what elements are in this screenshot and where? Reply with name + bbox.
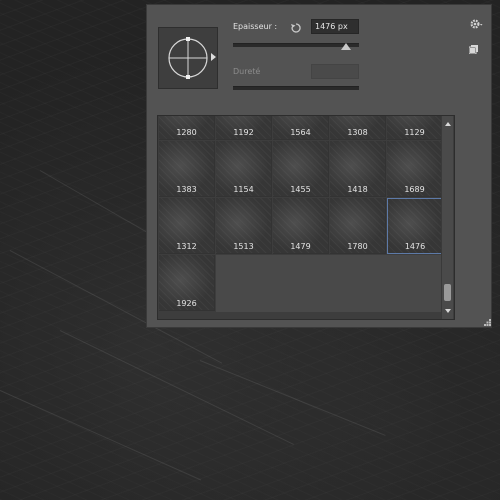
brush-preset-size-label: 1418	[347, 185, 368, 194]
brush-preset-size-label: 1192	[233, 128, 254, 137]
brush-preset-size-label: 1564	[290, 128, 311, 137]
scroll-up-icon[interactable]	[445, 122, 451, 126]
brush-preset-size-label: 1308	[347, 128, 368, 137]
scroll-thumb[interactable]	[444, 284, 451, 301]
texture-scratch	[0, 390, 202, 481]
direction-arrow-icon	[211, 53, 216, 61]
brush-preset-item[interactable]: 1479	[273, 198, 329, 254]
gear-icon[interactable]	[469, 17, 483, 31]
brush-preset-item[interactable]: 1312	[159, 198, 215, 254]
size-input[interactable]: 1476 px	[311, 19, 359, 34]
resize-grip-icon[interactable]	[484, 319, 491, 326]
brush-preset-size-label: 1513	[233, 242, 254, 251]
brush-preset-item[interactable]: 1129	[387, 116, 443, 140]
brush-preset-size-label: 1312	[176, 242, 197, 251]
brush-preset-size-label: 1383	[176, 185, 197, 194]
brush-preset-size-label: 1154	[233, 185, 254, 194]
brush-preset-size-label: 1479	[290, 242, 311, 251]
brush-preset-item[interactable]: 1780	[330, 198, 386, 254]
brush-preset-item[interactable]: 1280	[159, 116, 215, 140]
brush-preset-item[interactable]: 1564	[273, 116, 329, 140]
brush-preset-item[interactable]: 1192	[216, 116, 272, 140]
brush-preset-size-label: 1455	[290, 185, 311, 194]
brush-preset-size-label: 1129	[404, 128, 425, 137]
texture-scratch	[59, 330, 294, 445]
brush-preset-item[interactable]: 1926	[159, 255, 215, 311]
vertical-scrollbar[interactable]	[441, 116, 453, 319]
brush-preset-item[interactable]: 1689	[387, 141, 443, 197]
brush-preset-size-label: 1280	[176, 128, 197, 137]
brush-preset-item[interactable]: 1513	[216, 198, 272, 254]
hardness-slider	[233, 86, 359, 90]
size-slider-thumb[interactable]	[341, 43, 352, 50]
empty-grid-area	[216, 255, 444, 312]
texture-scratch	[199, 360, 386, 436]
brush-preset-item[interactable]: 1383	[159, 141, 215, 197]
brush-preset-size-label: 1926	[176, 299, 197, 308]
brush-tip-crosshair-icon	[168, 37, 208, 79]
brush-preset-item[interactable]: 1455	[273, 141, 329, 197]
brush-preset-item[interactable]: 1154	[216, 141, 272, 197]
reset-size-icon[interactable]	[290, 22, 302, 34]
size-slider[interactable]	[233, 43, 359, 47]
brush-tip-preview[interactable]	[158, 27, 218, 89]
brush-preset-item[interactable]: 1418	[330, 141, 386, 197]
hardness-input	[311, 64, 359, 79]
size-label: Epaisseur :	[233, 22, 278, 31]
brush-preset-item[interactable]: 1308	[330, 116, 386, 140]
brush-preset-size-label: 1476	[404, 242, 426, 251]
brush-preset-list: 1280 1192 1564 1308 1129 1383 1154 1455 1418 1689…	[157, 115, 455, 320]
brush-preset-picker: Epaisseur : 1476 px Dureté 1280 1192 1564 1…	[146, 4, 492, 328]
brush-preset-item[interactable]: 1476	[387, 198, 443, 254]
brush-preset-size-label: 1780	[347, 242, 368, 251]
hardness-label: Dureté	[233, 67, 261, 76]
scroll-down-icon[interactable]	[445, 309, 451, 313]
new-preset-icon[interactable]	[469, 45, 478, 54]
brush-preset-size-label: 1689	[404, 185, 425, 194]
